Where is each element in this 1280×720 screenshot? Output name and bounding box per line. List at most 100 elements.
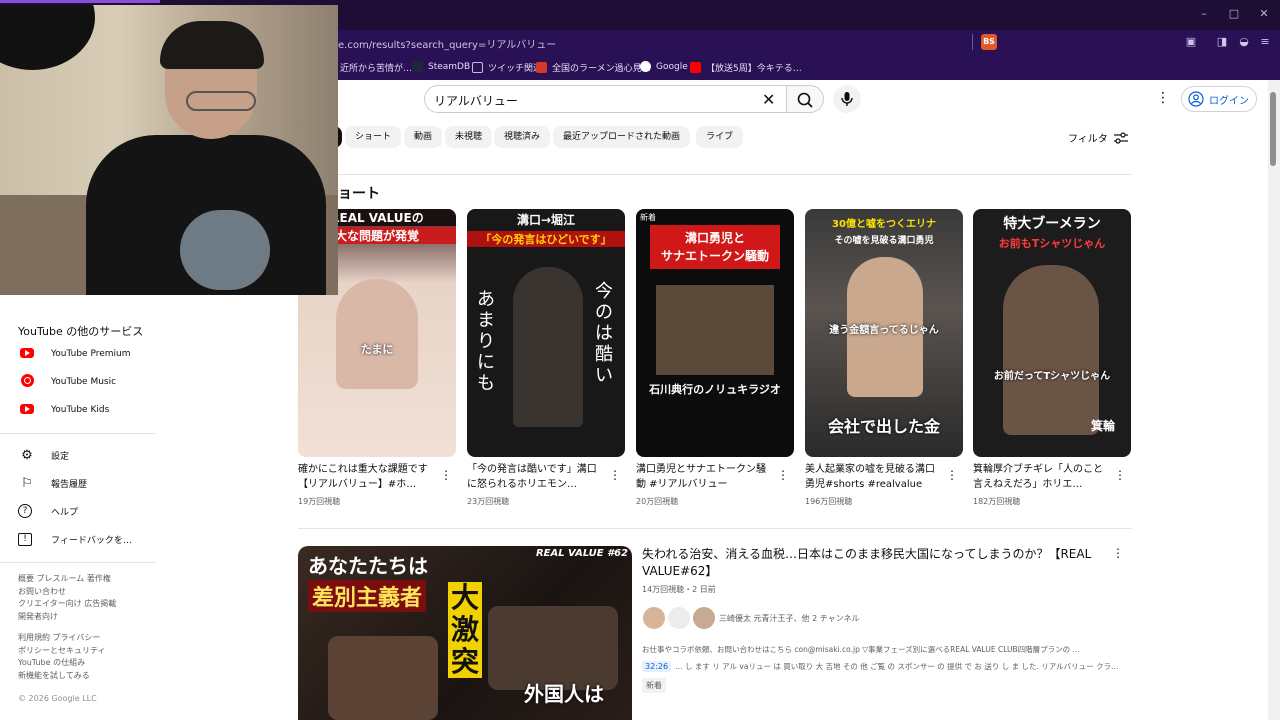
sidebar-toggle-icon[interactable]: ◨: [1215, 35, 1229, 49]
sidebar-item-label: 設定: [51, 451, 70, 462]
channel-avatar[interactable]: [692, 606, 716, 630]
sidebar-item-report-history[interactable]: ⚐ 報告履歴: [18, 470, 87, 496]
google-icon: [640, 61, 651, 72]
footer-link[interactable]: 利用規約 プライバシー: [18, 632, 106, 645]
footer-links[interactable]: 概要 プレスルーム 著作権 お問い合わせ クリエイター向け 広告掲載 開発者向け: [18, 573, 116, 623]
clear-search-icon[interactable]: ✕: [762, 90, 775, 109]
sidebar-item-help[interactable]: ? ヘルプ: [18, 498, 78, 524]
settings-more-icon[interactable]: ⋮: [1156, 90, 1170, 106]
search-button[interactable]: [786, 85, 824, 113]
chapter-timestamp[interactable]: 32:26: [642, 661, 672, 672]
sidebar-item-feedback[interactable]: ! フィードバックを…: [18, 526, 132, 552]
more-options-icon[interactable]: ⋮: [440, 468, 452, 482]
lamp-shape: [0, 5, 95, 70]
folder-icon: [472, 62, 483, 73]
copyright: © 2026 Google LLC: [18, 694, 97, 703]
flag-icon: ⚐: [21, 475, 33, 491]
chip-recently-uploaded[interactable]: 最近アップロードされた動画: [553, 126, 691, 148]
sidebar-item-youtube-music[interactable]: YouTube Music: [18, 369, 116, 395]
new-badge: 新着: [642, 678, 666, 693]
tab-search-icon[interactable]: ▣: [1184, 35, 1198, 49]
channel-avatar[interactable]: [667, 606, 691, 630]
sidebar-section-title: YouTube の他のサービス: [18, 325, 144, 338]
person-hair: [160, 21, 264, 69]
more-options-icon[interactable]: ⋮: [777, 468, 789, 482]
video-frame: [656, 285, 774, 375]
thumb-overlay-text: お前だってTシャツじゃん: [993, 371, 1111, 382]
menu-icon[interactable]: ≡: [1258, 35, 1272, 49]
url-field[interactable]: e.com/results?search_query=リアルバリュー: [338, 36, 556, 51]
bookmark-item[interactable]: 近所から苦情が…: [340, 61, 412, 74]
brave-shields-icon[interactable]: BS: [981, 34, 997, 50]
filter-button[interactable]: フィルタ: [1068, 130, 1129, 145]
sidebar-item-label: YouTube Music: [51, 377, 117, 387]
sidebar-item-settings[interactable]: ⚙ 設定: [18, 442, 69, 468]
glasses-shape: [186, 91, 256, 111]
chip-live[interactable]: ライブ: [696, 126, 744, 148]
more-options-icon[interactable]: ⋮: [1112, 546, 1124, 560]
more-options-icon[interactable]: ⋮: [609, 468, 621, 482]
person-group: [328, 636, 438, 720]
bookmark-item[interactable]: 【放送5周】今キテる…: [690, 61, 802, 74]
channel-avatar[interactable]: [642, 606, 666, 630]
footer-links[interactable]: 利用規約 プライバシー ポリシーとセキュリティ YouTube の仕組み 新機能…: [18, 632, 106, 682]
footer-link[interactable]: 開発者向け: [18, 611, 116, 624]
divider: [972, 34, 973, 50]
bookmark-item[interactable]: 全国のラーメン過心見…: [536, 61, 651, 74]
close-window-button[interactable]: ✕: [1256, 7, 1272, 23]
thumb-caption: 特大ブーメラン: [1003, 216, 1101, 232]
sidebar-item-youtube-premium[interactable]: YouTube Premium: [18, 341, 131, 367]
short-title[interactable]: 確かにこれは重大な課題です【リアルバリュー】#ホ…: [298, 462, 434, 492]
thumb-caption: 30億と嘘をつくエリナ: [832, 219, 936, 230]
login-button[interactable]: ログイン: [1181, 86, 1257, 112]
feedback-icon: !: [18, 532, 32, 546]
short-thumbnail[interactable]: 新着 溝口勇児と サナエトークン騒動 石川典行のノリュキラジオ: [636, 209, 794, 457]
sidebar-item-youtube-kids[interactable]: YouTube Kids: [18, 397, 109, 423]
short-title[interactable]: 美人起業家の嘘を見破る溝口勇児#shorts #realvalue: [805, 462, 941, 492]
bookmark-item[interactable]: Google: [640, 61, 688, 72]
scrollbar-thumb[interactable]: [1270, 92, 1276, 166]
thumb-caption: サナエトークン騒動: [660, 249, 769, 263]
thumb-overlay-text: あなたたちは: [308, 554, 428, 578]
short-views: 196万回視聴: [805, 497, 853, 506]
video-thumbnail[interactable]: REAL VALUE #62 あなたたちは 差別主義者 大激突 外国人は: [298, 546, 632, 720]
thumb-overlay-text: たまに: [360, 343, 394, 356]
sidebar-item-label: フィードバックを…: [51, 535, 132, 546]
short-thumbnail[interactable]: 溝口→堀江 「今の発言はひどいです」 あまりにも 今のは酷い: [467, 209, 625, 457]
footer-link[interactable]: 概要 プレスルーム 著作権: [18, 573, 116, 586]
chip-videos[interactable]: 動画: [404, 126, 443, 148]
short-title[interactable]: 溝口勇児とサナエトークン騒動 #リアルバリュー: [636, 462, 772, 492]
divider: [298, 528, 1132, 529]
scrollbar-track[interactable]: [1268, 80, 1280, 720]
short-thumbnail[interactable]: 特大ブーメラン お前もTシャツじゃん お前だってTシャツじゃん 箕輪: [973, 209, 1131, 457]
bookmark-item[interactable]: ツイッチ関連: [472, 61, 542, 74]
chip-unwatched[interactable]: 未視聴: [445, 126, 493, 148]
glasses-icon[interactable]: ◒: [1237, 35, 1251, 49]
voice-search-button[interactable]: [833, 85, 861, 113]
thumb-overlay-text: 石川典行のノリュキラジオ: [649, 383, 781, 396]
divider: [0, 433, 156, 434]
short-title[interactable]: 「今の発言は酷いです」溝口に怒られるホリエモン…: [467, 462, 603, 492]
bookmark-item[interactable]: SteamDB: [412, 61, 470, 72]
maximize-button[interactable]: □: [1226, 7, 1242, 23]
short-thumbnail[interactable]: 30億と嘘をつくエリナ その嘘を見破る溝口勇児 違う金額言ってるじゃん 会社で出…: [805, 209, 963, 457]
channel-name[interactable]: 三崎優太 元青汁王子、他 2 チャンネル: [719, 613, 859, 624]
video-title[interactable]: 失われる治安、消える血税…日本はこのまま移民大国になってしまうのか？【REAL …: [642, 546, 1108, 580]
footer-link[interactable]: クリエイター向け 広告掲載: [18, 598, 116, 611]
short-title[interactable]: 箕輪厚介ブチギレ「人のこと言えねえだろ」ホリエ…: [973, 462, 1109, 492]
video-description: お仕事やコラボ依頼、お問い合わせはこちら con@misaki.co.jp ▽事…: [642, 645, 1081, 654]
more-options-icon[interactable]: ⋮: [1114, 468, 1126, 482]
help-icon: ?: [18, 504, 32, 518]
thumb-tag: REAL VALUE #62: [535, 548, 628, 559]
thumb-caption: 溝口→堀江: [516, 213, 576, 227]
footer-link[interactable]: お問い合わせ: [18, 586, 116, 599]
search-icon: [797, 92, 813, 108]
chip-watched[interactable]: 視聴済み: [494, 126, 551, 148]
more-options-icon[interactable]: ⋮: [946, 468, 958, 482]
minimize-button[interactable]: –: [1196, 7, 1212, 23]
footer-link[interactable]: ポリシーとセキュリティ: [18, 645, 106, 658]
login-label: ログイン: [1209, 95, 1249, 107]
footer-link[interactable]: YouTube の仕組み: [18, 657, 106, 670]
chip-shorts[interactable]: ショート: [345, 126, 402, 148]
footer-link[interactable]: 新機能を試してみる: [18, 670, 106, 683]
